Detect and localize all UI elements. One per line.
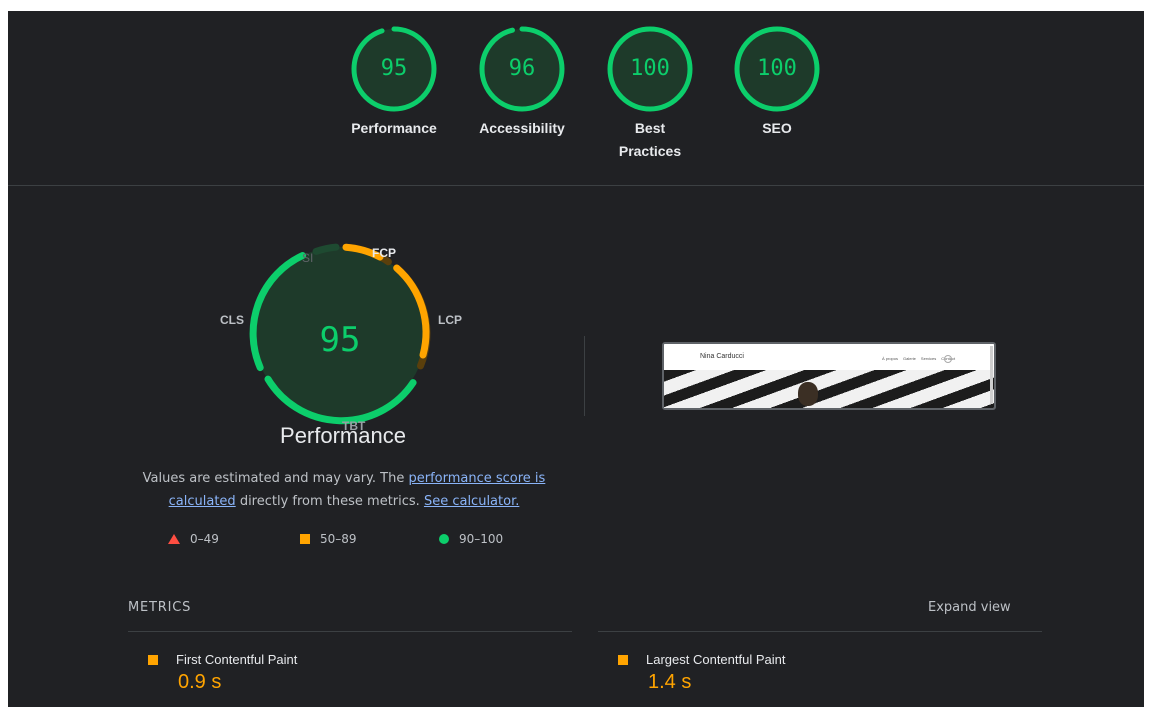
see-calculator-link[interactable]: See calculator. (424, 494, 519, 509)
screenshot-nav-link: Galerie (903, 356, 916, 361)
metrics-header: METRICS (128, 600, 192, 615)
si-label[interactable]: SI (302, 251, 313, 265)
legend-average-label: 50–89 (320, 532, 357, 546)
legend-fail: 0–49 (168, 532, 219, 546)
description-text-2: directly from these metrics. (235, 494, 424, 509)
instagram-icon (944, 355, 952, 363)
performance-metrics-gauge: 95 SI FCP LCP TBT CLS (220, 233, 462, 433)
triangle-icon (168, 534, 180, 544)
legend-fail-label: 0–49 (190, 532, 219, 546)
gauge-best-practices[interactable]: 100 Best Practices (585, 25, 715, 163)
vertical-divider (584, 336, 585, 416)
legend-pass-label: 90–100 (459, 532, 504, 546)
screenshot-nav: Nina Carducci À propos Galerie Services Con… (664, 344, 994, 370)
cls-label[interactable]: CLS (220, 313, 244, 327)
gauge-label: SEO (762, 120, 792, 136)
score-legend: 0–49 50–89 90–100 (168, 529, 548, 551)
square-icon (148, 655, 158, 665)
performance-title: Performance (280, 423, 406, 448)
si-segment (312, 243, 340, 255)
metrics-divider-left (128, 631, 572, 632)
gauge-score: 100 (630, 56, 670, 81)
gauge-performance[interactable]: 95 Performance (329, 25, 459, 140)
performance-score: 95 (319, 320, 361, 360)
metric-value: 0.9 s (178, 671, 222, 693)
final-screenshot[interactable]: Nina Carducci À propos Galerie Services Con… (662, 342, 996, 410)
gauge-label: Best Practices (618, 120, 682, 159)
circle-icon (439, 534, 449, 544)
legend-average: 50–89 (300, 532, 357, 546)
metric-first-contentful-paint[interactable]: First Contentful Paint 0.9 s (148, 652, 297, 694)
metrics-divider-right (598, 631, 1042, 632)
gauge-score: 95 (380, 56, 408, 81)
screenshot-photo (798, 382, 818, 406)
metric-value: 1.4 s (648, 671, 692, 693)
description-text: Values are estimated and may vary. The (142, 471, 409, 486)
metric-largest-contentful-paint[interactable]: Largest Contentful Paint 1.4 s (618, 652, 785, 694)
square-icon (300, 534, 310, 544)
screenshot-nav-link: À propos (882, 356, 899, 361)
lighthouse-report: 95 Performance 96 Accessibility 100 Best… (8, 11, 1144, 707)
gauge-seo[interactable]: 100 SEO (712, 25, 842, 140)
fcp-label[interactable]: FCP (372, 246, 396, 260)
score-description: Values are estimated and may vary. The p… (124, 467, 564, 513)
screenshot-nav-link: Services (920, 356, 937, 361)
gauge-score: 96 (508, 56, 536, 81)
metric-title: First Contentful Paint (176, 652, 298, 667)
expand-view-button[interactable]: Expand view (928, 600, 1011, 615)
screenshot-hero (664, 370, 994, 408)
legend-pass: 90–100 (439, 532, 503, 546)
lcp-label[interactable]: LCP (438, 313, 462, 327)
metric-title: Largest Contentful Paint (646, 652, 786, 667)
square-icon (618, 655, 628, 665)
gauge-label: Performance (351, 120, 437, 136)
screenshot-site-name: Nina Carducci (700, 353, 744, 360)
gauge-accessibility[interactable]: 96 Accessibility (457, 25, 587, 140)
screenshot-scrollbar (990, 346, 993, 404)
summary-gauges: 95 Performance 96 Accessibility 100 Best… (8, 11, 1144, 186)
gauge-score: 100 (757, 56, 797, 81)
gauge-label: Accessibility (479, 120, 565, 136)
